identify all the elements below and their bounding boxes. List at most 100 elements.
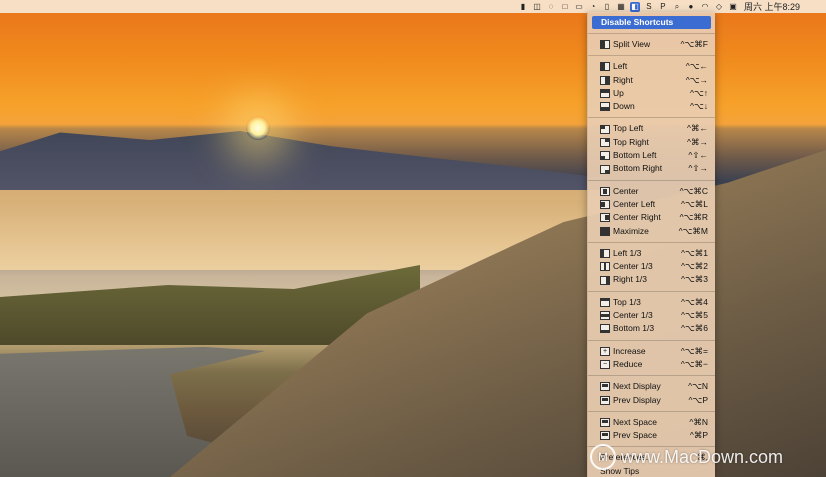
menu-item-prev-space[interactable]: Prev Space ^⌘P <box>588 429 715 442</box>
menu-item-down[interactable]: Down ^⌥↓ <box>588 100 715 113</box>
minus-layout-icon: − <box>600 360 610 370</box>
menu-item-label: Increase <box>613 345 646 356</box>
max-layout-icon <box>600 226 610 236</box>
menu-item-shortcut: ^⌥← <box>685 61 708 72</box>
menu-item-center-1-3[interactable]: Center 1/3 ^⌥⌘5 <box>588 309 715 322</box>
p-icon[interactable]: P <box>658 2 668 12</box>
battery-icon[interactable]: ▯ <box>602 2 612 12</box>
menu-item-shortcut: ^⌥⌘1 <box>680 247 708 258</box>
app-icon[interactable]: ▣ <box>728 2 738 12</box>
menu-item-label: Next Space <box>613 416 657 427</box>
menu-item-shortcut: ^⌘→ <box>687 136 708 147</box>
monitor-icon[interactable]: ▭ <box>574 2 584 12</box>
bookmark-icon[interactable]: ▮ <box>518 2 528 12</box>
menu-item-shortcut: ^⌘← <box>687 123 708 134</box>
watermark-text: www.MacDown.com <box>621 446 784 467</box>
search-icon[interactable]: ⌕ <box>672 2 682 12</box>
menu-item-center[interactable]: Center ^⌥⌘C <box>588 185 715 198</box>
menu-item-shortcut: ^⌘P <box>689 430 708 441</box>
camera-icon[interactable]: ◫ <box>532 2 542 12</box>
menu-item-top-1-3[interactable]: Top 1/3 ^⌥⌘4 <box>588 296 715 309</box>
menu-item-label: Bottom Right <box>613 163 663 174</box>
menu-item-bottom-right[interactable]: Bottom Right ^⇧→ <box>588 162 715 175</box>
globe-icon[interactable]: ● <box>686 2 696 12</box>
menu-item-shortcut: ^⌥↓ <box>689 101 708 112</box>
down-layout-icon <box>600 102 610 112</box>
center-layout-icon <box>600 186 610 196</box>
menu-bar-status-icons: ▮ ◫ ◌ □ ▭ ◔ ▯ ▦ ◧ S P ⌕ ● ◠ ◇ ▣ <box>518 1 738 12</box>
tl-layout-icon <box>600 124 610 134</box>
menu-item-prev-display[interactable]: Prev Display ^⌥P <box>588 394 715 407</box>
menu-item-label: Top Right <box>613 136 649 147</box>
menu-item-shortcut: ^⌥⌘C <box>679 185 708 196</box>
menu-item-label: Split View <box>613 39 651 49</box>
menu-separator <box>588 339 715 341</box>
s-icon[interactable]: S <box>644 2 654 12</box>
menu-item-bottom-left[interactable]: Bottom Left ^⇧← <box>588 149 715 162</box>
menu-separator <box>588 375 715 377</box>
l3-layout-icon <box>600 249 610 258</box>
grid-icon[interactable]: ▦ <box>616 2 626 12</box>
t3-layout-icon <box>600 297 610 307</box>
split-layout-icon <box>600 40 610 50</box>
menu-item-shortcut: ^⌥N <box>688 381 708 392</box>
menu-item-top-left[interactable]: Top Left ^⌘← <box>588 122 715 135</box>
bl-layout-icon <box>600 151 610 161</box>
menu-item-left[interactable]: Left ^⌥← <box>588 60 715 73</box>
menu-item-reduce[interactable]: − Reduce ^⌥⌘− <box>588 358 715 371</box>
menu-item-left-1-3[interactable]: Left 1/3 ^⌥⌘1 <box>588 247 715 260</box>
menu-item-label: Next Display <box>613 381 661 392</box>
disable-shortcuts-item[interactable]: Disable Shortcuts <box>592 16 711 29</box>
macdown-logo-icon: M <box>590 444 616 470</box>
menu-item-shortcut: ^⌥⌘L <box>680 198 708 209</box>
menu-item-shortcut: ^⌥⌘4 <box>680 296 708 307</box>
menu-item-label: Prev Space <box>613 430 657 441</box>
display-layout-icon <box>600 431 610 441</box>
menu-item-right[interactable]: Right ^⌥→ <box>588 74 715 87</box>
menu-item-bottom-1-3[interactable]: Bottom 1/3 ^⌥⌘6 <box>588 322 715 335</box>
m3-layout-icon <box>600 311 610 321</box>
menu-item-shortcut: ^⌥⌘2 <box>680 261 708 272</box>
menu-item-shortcut: ^⇧← <box>688 150 708 161</box>
menu-item-label: Right 1/3 <box>613 274 648 285</box>
menu-item-increase[interactable]: + Increase ^⌥⌘= <box>588 345 715 358</box>
menu-separator <box>588 117 715 119</box>
menu-item-label: Bottom Left <box>613 150 657 161</box>
square-icon[interactable]: □ <box>560 2 570 12</box>
menu-item-maximize[interactable]: Maximize ^⌥⌘M <box>588 225 715 238</box>
menu-separator <box>588 179 715 181</box>
menu-item-up[interactable]: Up ^⌥↑ <box>588 87 715 100</box>
menu-item-shortcut: ^⌥⌘5 <box>680 310 708 321</box>
menu-item-label: Down <box>613 101 635 112</box>
menu-item-center-right[interactable]: Center Right ^⌥⌘R <box>588 211 715 224</box>
menu-item-shortcut: ^⌥⌘6 <box>680 323 708 334</box>
menu-item-split-view[interactable]: Split View ^⌥⌘F <box>588 38 715 51</box>
plus-layout-icon: + <box>600 346 610 356</box>
menu-separator <box>588 55 715 57</box>
menu-item-label: Center 1/3 <box>613 310 653 321</box>
menu-item-label: Prev Display <box>613 394 661 405</box>
menu-item-next-space[interactable]: Next Space ^⌘N <box>588 416 715 429</box>
menu-bar-clock[interactable]: 周六 上午8:29 <box>744 0 800 13</box>
clock-icon[interactable]: ◔ <box>588 2 598 12</box>
menu-item-center-left[interactable]: Center Left ^⌥⌘L <box>588 198 715 211</box>
menu-item-center-1-3[interactable]: Center 1/3 ^⌥⌘2 <box>588 260 715 273</box>
menu-item-right-1-3[interactable]: Right 1/3 ^⌥⌘3 <box>588 273 715 286</box>
wifi-icon[interactable]: ◇ <box>714 2 724 12</box>
menu-item-label: Maximize <box>613 225 649 236</box>
menu-item-shortcut: ^⌥→ <box>685 74 708 85</box>
cr-layout-icon <box>600 213 610 223</box>
menu-item-shortcut: ^⌥⌘3 <box>680 274 708 285</box>
menu-item-shortcut: ^⇧→ <box>688 163 708 174</box>
menu-item-label: Center <box>613 185 639 196</box>
menu-item-top-right[interactable]: Top Right ^⌘→ <box>588 136 715 149</box>
menu-item-shortcut: ^⌥⌘− <box>680 358 708 369</box>
display-layout-icon <box>600 382 610 392</box>
menu-item-label: Right <box>613 74 633 85</box>
menu-item-next-display[interactable]: Next Display ^⌥N <box>588 380 715 393</box>
br-layout-icon <box>600 164 610 174</box>
maxsnap-icon[interactable]: ◧ <box>629 1 640 12</box>
menu-item-label: Center Left <box>613 198 656 209</box>
headphones-icon[interactable]: ◠ <box>700 2 710 12</box>
bubble-icon[interactable]: ◌ <box>546 2 556 12</box>
